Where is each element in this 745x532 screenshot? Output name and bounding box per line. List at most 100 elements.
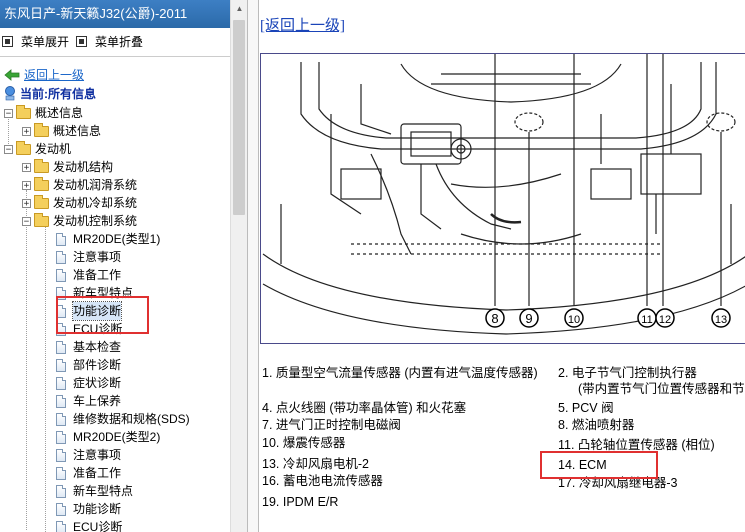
tree-node-engine-cooling[interactable]: + 发动机冷却系统 — [22, 194, 137, 212]
tree-leaf-label[interactable]: 准备工作 — [73, 266, 121, 284]
document-icon — [56, 250, 66, 264]
legend-item-2: 2. 电子节气门控制执行器 — [558, 366, 697, 380]
tree-leaf[interactable]: 准备工作 — [56, 464, 121, 482]
tree-leaf-label[interactable]: MR20DE(类型1) — [73, 230, 160, 248]
folder-open-icon — [16, 104, 31, 119]
tree-node-label[interactable]: 发动机冷却系统 — [53, 194, 137, 212]
document-icon — [56, 340, 66, 354]
tree-leaf[interactable]: 新车型特点 — [56, 482, 133, 500]
tree-leaf[interactable]: 注意事项 — [56, 446, 121, 464]
document-icon — [56, 358, 66, 372]
legend-item-16: 16. 蓄电池电流传感器 — [262, 474, 383, 488]
tree-leaf-label[interactable]: 部件诊断 — [73, 356, 121, 374]
collapse-menu-button[interactable]: 菜单折叠 — [76, 33, 143, 50]
tree-leaf[interactable]: 维修数据和规格(SDS) — [56, 410, 190, 428]
legend-item-8: 8. 燃油喷射器 — [558, 418, 635, 432]
tree-node-label[interactable]: 概述信息 — [35, 104, 83, 122]
window-title: 东风日产-新天籁J32(公爵)-2011 — [0, 0, 230, 28]
engine-bay-diagram: 8 9 10 11 12 13 — [260, 53, 745, 344]
document-icon — [56, 232, 66, 246]
tree-node-label[interactable]: 发动机 — [35, 140, 71, 158]
expand-toggle-icon[interactable]: + — [22, 162, 31, 172]
back-link-row[interactable]: 返回上一级 — [4, 66, 84, 84]
collapse-toggle-icon[interactable]: − — [4, 108, 13, 118]
tree-node-label[interactable]: 发动机控制系统 — [53, 212, 137, 230]
tree-node-overview-child[interactable]: + 概述信息 — [22, 122, 101, 140]
expand-toggle-icon[interactable]: + — [22, 126, 31, 136]
tree-leaf-label[interactable]: 车上保养 — [73, 392, 121, 410]
tree-leaf[interactable]: 基本检查 — [56, 338, 121, 356]
content-panel: [返回上一级] 8 9 10 11 12 13 1. 质量型空气流量传感器 (内… — [258, 0, 745, 532]
scrollbar-thumb[interactable] — [233, 20, 245, 215]
tree-node-label[interactable]: 概述信息 — [53, 122, 101, 140]
tree-leaf-label[interactable]: 功能诊断 — [73, 500, 121, 518]
tree-leaf-label[interactable]: 注意事项 — [73, 446, 121, 464]
scroll-up-icon[interactable]: ▲ — [231, 0, 248, 17]
tree-node-overview[interactable]: − 概述信息 — [4, 104, 83, 122]
collapse-icon — [76, 36, 87, 47]
expand-toggle-icon[interactable]: + — [22, 180, 31, 190]
tree-leaf[interactable]: 准备工作 — [56, 266, 121, 284]
engine-diagram-drawing: 8 9 10 11 12 13 — [262, 54, 745, 335]
document-icon — [56, 502, 66, 516]
legend-item-10: 10. 爆震传感器 — [262, 436, 346, 450]
tree-leaf[interactable]: 症状诊断 — [56, 374, 121, 392]
callout-8: 8 — [491, 311, 498, 326]
tree-leaf-label[interactable]: 准备工作 — [73, 464, 121, 482]
tree-leaf[interactable]: 车上保养 — [56, 392, 121, 410]
document-icon — [56, 448, 66, 462]
tree-leaf[interactable]: 注意事项 — [56, 248, 121, 266]
legend-item-2-detail: (带内置节气门位置传感器和节 — [578, 382, 745, 396]
tree-node-engine-lubrication[interactable]: + 发动机润滑系统 — [22, 176, 137, 194]
tree-leaf[interactable]: 部件诊断 — [56, 356, 121, 374]
legend-item-7: 7. 进气门正时控制电磁阀 — [262, 418, 401, 432]
tree-node-engine-control[interactable]: − 发动机控制系统 — [22, 212, 137, 230]
expand-menu-label: 菜单展开 — [21, 35, 70, 49]
tree-leaf[interactable]: MR20DE(类型1) — [56, 230, 160, 248]
location-pin-icon — [5, 86, 15, 101]
document-icon — [56, 430, 66, 444]
expand-toggle-icon[interactable]: + — [22, 198, 31, 208]
expand-menu-button[interactable]: 菜单展开 — [2, 33, 69, 50]
collapse-toggle-icon[interactable]: − — [4, 144, 13, 154]
content-back-link[interactable]: [返回上一级] — [260, 14, 345, 35]
tree-leaf-label[interactable]: 维修数据和规格(SDS) — [73, 410, 190, 428]
tree-node-engine-structure[interactable]: + 发动机结构 — [22, 158, 113, 176]
tree-leaf[interactable]: MR20DE(类型2) — [56, 428, 160, 446]
legend-item-13: 13. 冷却风扇电机-2 — [262, 457, 369, 471]
folder-icon — [34, 158, 49, 173]
legend-item-1: 1. 质量型空气流量传感器 (内置有进气温度传感器) — [262, 366, 538, 380]
left-scrollbar[interactable]: ▲ — [230, 0, 248, 532]
folder-open-icon — [34, 212, 49, 227]
tree-leaf-label[interactable]: 注意事项 — [73, 248, 121, 266]
collapse-toggle-icon[interactable]: − — [22, 216, 31, 226]
folder-open-icon — [16, 140, 31, 155]
legend-item-19: 19. IPDM E/R — [262, 495, 339, 509]
legend-item-4: 4. 点火线圈 (带功率晶体管) 和火花塞 — [262, 401, 467, 415]
tree-leaf-label[interactable]: 新车型特点 — [73, 482, 133, 500]
document-icon — [56, 520, 66, 532]
collapse-menu-label: 菜单折叠 — [95, 35, 144, 49]
tree-leaf-label[interactable]: 基本检查 — [73, 338, 121, 356]
tree-leaf-label[interactable]: MR20DE(类型2) — [73, 428, 160, 446]
tree-line — [45, 226, 46, 532]
callout-11: 11 — [641, 314, 652, 326]
legend-item-5: 5. PCV 阀 — [558, 401, 614, 415]
highlight-box — [56, 296, 149, 334]
tree-node-label[interactable]: 发动机结构 — [53, 158, 113, 176]
tree-leaf[interactable]: ECU诊断 — [56, 518, 122, 532]
tree-leaf-label[interactable]: 症状诊断 — [73, 374, 121, 392]
folder-icon — [34, 176, 49, 191]
tree-leaf[interactable]: 功能诊断 — [56, 500, 121, 518]
document-icon — [56, 484, 66, 498]
tree-node-label[interactable]: 发动机润滑系统 — [53, 176, 137, 194]
tree-leaf-label[interactable]: ECU诊断 — [73, 518, 122, 532]
current-location-label: 当前:所有信息 — [20, 87, 96, 101]
folder-icon — [34, 194, 49, 209]
back-link[interactable]: 返回上一级 — [24, 66, 84, 84]
tree-node-engine[interactable]: − 发动机 — [4, 140, 71, 158]
back-arrow-icon — [4, 69, 20, 81]
document-icon — [56, 376, 66, 390]
current-location: 当前:所有信息 — [4, 85, 96, 103]
folder-icon — [34, 122, 49, 137]
